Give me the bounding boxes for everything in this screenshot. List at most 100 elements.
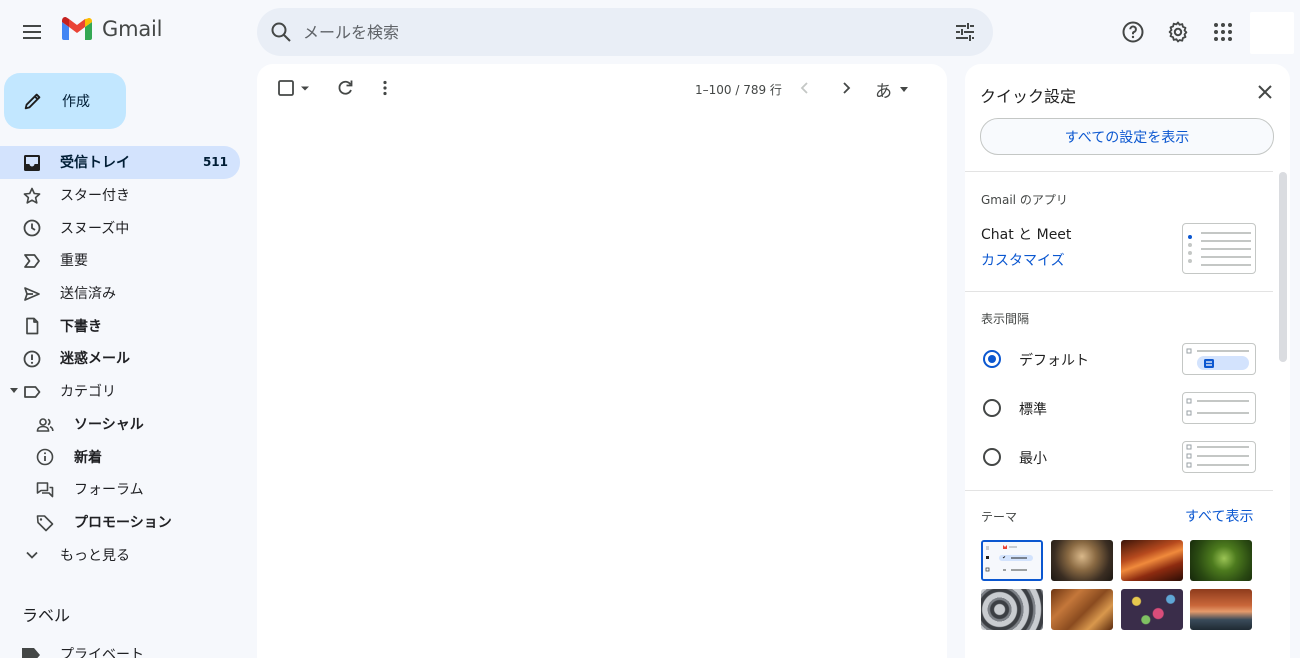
theme-see-all-link[interactable]: すべて表示 — [1185, 506, 1253, 526]
density-default-thumbnail — [1182, 343, 1256, 375]
caret-down-icon[interactable] — [10, 387, 18, 393]
sidebar-item-starred[interactable]: スター付き — [0, 179, 240, 212]
gmail-logo[interactable]: Gmail — [60, 16, 162, 42]
density-heading: 表示間隔 — [981, 312, 1030, 326]
sidebar-item-label: 送信済み — [60, 286, 116, 303]
radio-button[interactable] — [983, 448, 1001, 466]
sidebar-item-label: プロモーション — [74, 514, 172, 531]
radio-button[interactable] — [983, 350, 1001, 368]
density-comfortable-thumbnail — [1182, 392, 1256, 424]
forum-icon — [36, 482, 54, 498]
density-compact-thumbnail — [1182, 441, 1256, 473]
older-button[interactable] — [836, 76, 856, 100]
sidebar-item-inbox[interactable]: 受信トレイ 511 — [0, 146, 240, 179]
newer-button[interactable] — [795, 76, 815, 100]
chevron-down-icon — [26, 552, 38, 560]
sidebar-item-label: フォーラム — [74, 482, 144, 499]
main-menu-button[interactable] — [12, 12, 52, 52]
sidebar-item-sent[interactable]: 送信済み — [0, 277, 240, 310]
sidebar-item-important[interactable]: 重要 — [0, 244, 240, 277]
theme-chess-thumbnail[interactable] — [1051, 540, 1113, 581]
labels-heading: ラベル — [22, 606, 71, 625]
account-avatar[interactable] — [1250, 12, 1294, 54]
top-bar: Gmail — [0, 0, 1300, 64]
people-icon — [36, 417, 54, 432]
density-comfortable-graphic — [1186, 398, 1249, 416]
label-filled-icon — [22, 648, 40, 658]
divider — [965, 291, 1273, 292]
sidebar-item-label: もっと見る — [60, 547, 130, 564]
more-actions-button[interactable] — [375, 76, 395, 100]
settings-button[interactable] — [1158, 12, 1198, 52]
hamburger-icon — [23, 25, 41, 39]
quick-settings-title: クイック設定 — [980, 87, 1077, 106]
sidebar-item-drafts[interactable]: 下書き — [0, 309, 240, 342]
theme-default-thumbnail[interactable] — [981, 540, 1043, 581]
sidebar-item-snoozed[interactable]: スヌーズ中 — [0, 211, 240, 244]
search-input[interactable] — [303, 8, 923, 56]
apps-heading: Gmail のアプリ — [981, 193, 1068, 207]
tag-icon — [36, 514, 54, 531]
draft-icon — [26, 318, 39, 335]
sidebar-item-categories[interactable]: カテゴリ — [0, 375, 240, 408]
sidebar-item-spam[interactable]: 迷惑メール — [0, 342, 240, 375]
see-all-settings-button[interactable]: すべての設定を表示 — [980, 118, 1274, 155]
gmail-m-icon — [62, 17, 92, 40]
density-default-graphic — [1186, 348, 1249, 370]
radio-button[interactable] — [983, 399, 1001, 417]
sidebar-item-label: 受信トレイ — [60, 155, 130, 172]
caret-down-icon — [900, 87, 908, 92]
sidebar-item-more[interactable]: もっと見る — [0, 538, 240, 571]
theme-rocks-thumbnail[interactable] — [1190, 589, 1252, 630]
search-icon[interactable] — [269, 20, 293, 44]
support-button[interactable] — [1113, 12, 1153, 52]
star-icon — [23, 187, 41, 204]
sidebar-item-label: スヌーズ中 — [60, 220, 130, 237]
inbox-unread-count: 511 — [202, 155, 228, 170]
sidebar-item-label: プライベート — [60, 647, 144, 658]
quick-settings-panel: クイック設定 すべての設定を表示 Gmail のアプリ Chat と Meet … — [965, 64, 1290, 658]
refresh-button[interactable] — [333, 76, 357, 100]
search-bar — [257, 8, 993, 56]
select-all-checkbox[interactable] — [275, 76, 315, 100]
gear-icon — [1168, 21, 1188, 43]
gmail-logo-text: Gmail — [102, 17, 163, 41]
theme-leaf-thumbnail[interactable] — [1190, 540, 1252, 581]
search-options-icon[interactable] — [953, 20, 977, 44]
theme-autumn-thumbnail[interactable] — [1051, 589, 1113, 630]
pencil-icon — [24, 93, 41, 110]
sidebar-item-updates[interactable]: 新着 — [0, 440, 240, 473]
input-tools-button[interactable]: あ — [875, 77, 908, 102]
message-list-pane: 1–100 / 789 行 あ — [257, 64, 947, 658]
density-compact-graphic — [1186, 444, 1249, 468]
theme-canyon-thumbnail[interactable] — [1121, 540, 1183, 581]
density-option-label: デフォルト — [1019, 353, 1089, 369]
input-tools-label: あ — [875, 82, 892, 102]
sidebar-item-promotions[interactable]: プロモーション — [0, 506, 240, 539]
sidebar-item-label: 重要 — [60, 253, 88, 270]
checkbox-icon — [278, 80, 309, 96]
divider — [965, 490, 1273, 491]
important-icon — [24, 254, 40, 268]
sidebar-item-social[interactable]: ソーシャル — [0, 408, 240, 441]
apps-preview-graphic — [1188, 232, 1251, 266]
chevron-left-icon — [800, 82, 808, 94]
sidebar-item-forums[interactable]: フォーラム — [0, 473, 240, 506]
compose-label: 作成 — [62, 94, 90, 110]
google-apps-button[interactable] — [1203, 12, 1243, 52]
clock-icon — [23, 219, 41, 237]
info-icon — [36, 448, 54, 466]
theme-beads-thumbnail[interactable] — [1121, 589, 1183, 630]
close-icon[interactable] — [1253, 80, 1277, 104]
theme-pipes-thumbnail[interactable] — [981, 589, 1043, 630]
sidebar-item-label: 下書き — [60, 318, 102, 335]
sidebar-item-label: 迷惑メール — [60, 351, 130, 368]
quick-settings-scrollbar[interactable] — [1279, 172, 1287, 362]
sidebar-label-private[interactable]: プライベート — [0, 640, 240, 658]
density-option-label: 最小 — [1019, 451, 1047, 467]
chat-meet-label: Chat と Meet — [981, 227, 1072, 243]
customize-link[interactable]: カスタマイズ — [981, 250, 1065, 270]
pagination-text: 1–100 / 789 行 — [695, 83, 782, 97]
compose-button[interactable]: 作成 — [4, 73, 126, 129]
apps-preview-thumbnail — [1182, 223, 1256, 274]
